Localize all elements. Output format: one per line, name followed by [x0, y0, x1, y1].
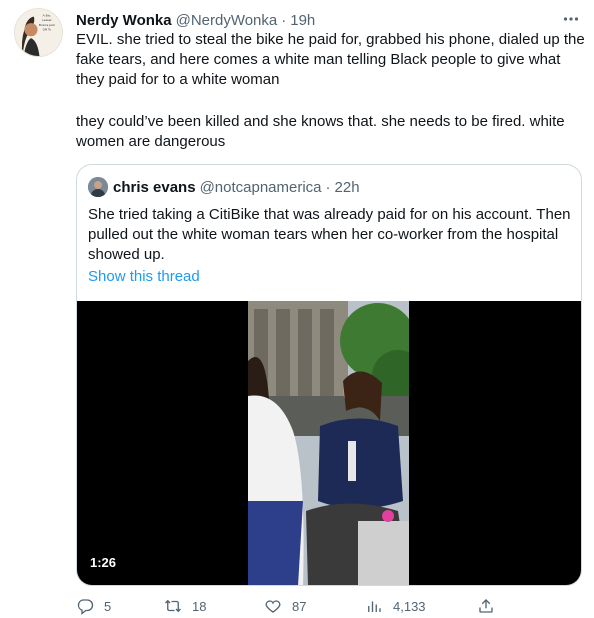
quoted-author-avatar[interactable]	[88, 177, 108, 197]
video-frame	[248, 301, 409, 585]
like-count: 87	[292, 598, 307, 614]
video-duration-badge: 1:26	[85, 553, 122, 573]
reply-icon	[77, 599, 94, 615]
reply-button[interactable]: 5	[76, 596, 111, 616]
svg-text:Brains Jerk: Brains Jerk	[39, 23, 55, 27]
quoted-separator-dot: ·	[325, 178, 331, 196]
reply-count: 5	[104, 598, 112, 614]
svg-text:Off To: Off To	[43, 28, 52, 32]
separator-dot: ·	[281, 11, 287, 29]
tweet-actions: 5 18 87 4,133	[76, 596, 516, 616]
retweet-count: 18	[192, 598, 207, 614]
quoted-tweet-timestamp[interactable]: 22h	[335, 179, 360, 196]
quoted-tweet-text: She tried taking a CitiBike that was alr…	[88, 206, 575, 263]
more-options-button[interactable]	[558, 8, 584, 30]
quoted-tweet[interactable]: chris evans @notcapnamerica · 22h She tr…	[76, 164, 582, 586]
video-player[interactable]: 1:26	[77, 301, 581, 585]
share-button[interactable]	[477, 596, 505, 616]
show-thread-link[interactable]: Show this thread	[88, 267, 200, 287]
tweet-text-paragraph-2: they could’ve been killed and she knows …	[76, 113, 569, 150]
tweet-text-paragraph-1: EVIL. she tried to steal the bike he pai…	[76, 31, 589, 88]
share-icon	[479, 599, 493, 613]
more-horizontal-icon	[563, 17, 579, 21]
quoted-author-name[interactable]: chris evans	[113, 179, 196, 196]
like-button[interactable]: 87	[264, 596, 306, 616]
tweet-timestamp[interactable]: 19h	[290, 12, 315, 29]
tweet[interactable]: A Bio. Lesser Brains Jerk Off To Nerdy W…	[0, 0, 594, 618]
author-name[interactable]: Nerdy Wonka	[76, 12, 172, 29]
views-count: 4,133	[393, 598, 426, 614]
retweet-icon	[165, 599, 181, 613]
video-thumbnail	[248, 301, 409, 585]
quoted-tweet-header: chris evans @notcapnamerica · 22h	[88, 177, 360, 197]
quoted-author-handle[interactable]: @notcapnamerica	[200, 179, 322, 196]
svg-text:A Bio.: A Bio.	[43, 14, 52, 18]
svg-text:Lesser: Lesser	[42, 18, 52, 22]
quoted-avatar-image	[88, 177, 108, 197]
retweet-button[interactable]: 18	[164, 596, 206, 616]
heart-icon	[265, 600, 281, 613]
analytics-icon	[368, 601, 381, 612]
avatar-illustration: A Bio. Lesser Brains Jerk Off To	[15, 9, 62, 56]
tweet-header: Nerdy Wonka @NerdyWonka · 19h	[76, 10, 315, 30]
author-handle[interactable]: @NerdyWonka	[176, 12, 278, 29]
author-avatar[interactable]: A Bio. Lesser Brains Jerk Off To	[14, 8, 63, 57]
views-button[interactable]: 4,133	[365, 596, 426, 616]
